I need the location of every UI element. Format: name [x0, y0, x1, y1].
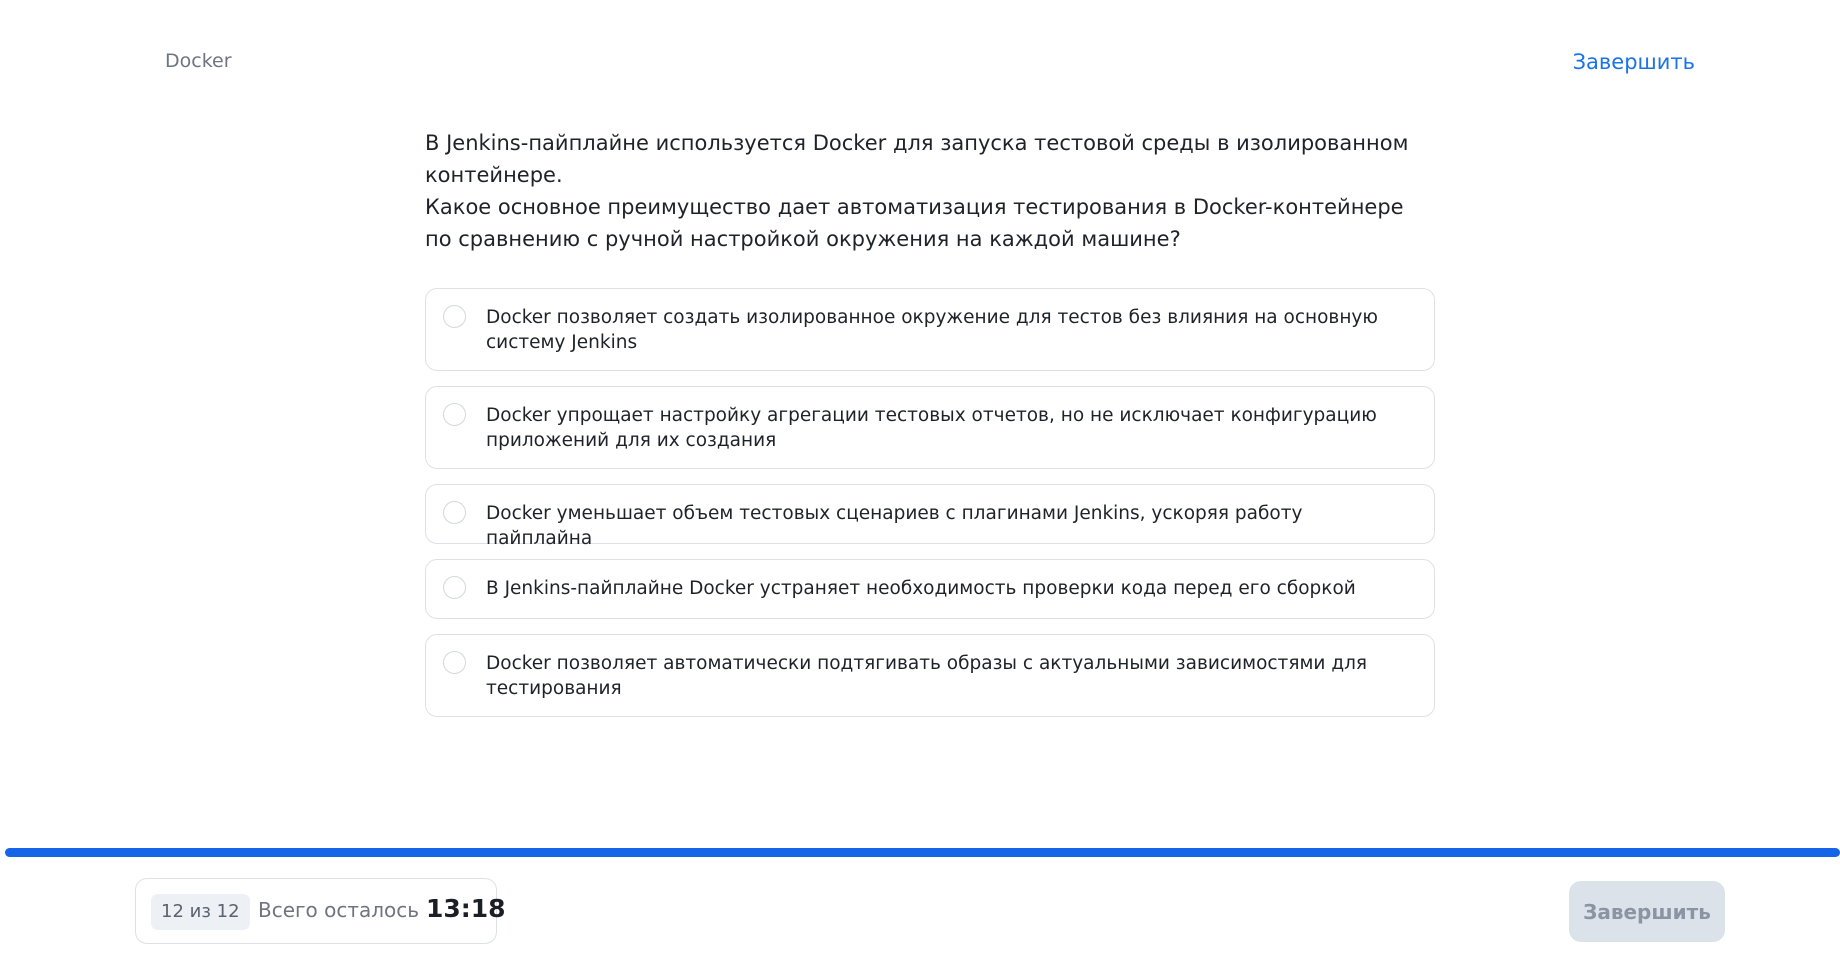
- question-context: В Jenkins-пайплайне используется Docker …: [425, 131, 1409, 187]
- radio-button[interactable]: [443, 576, 466, 599]
- question-counter-badge: 12 из 12: [151, 894, 250, 930]
- time-remaining-label: Всего осталось: [258, 898, 420, 922]
- answer-option-label: Docker упрощает настройку агрегации тест…: [486, 405, 1377, 451]
- answer-option[interactable]: Docker позволяет автоматически подтягива…: [425, 634, 1435, 717]
- progress-bar-fill: [5, 848, 1840, 857]
- answer-option[interactable]: Docker позволяет создать изолированное о…: [425, 288, 1435, 371]
- question-prompt: Какое основное преимущество дает автомат…: [425, 195, 1404, 251]
- question-text: В Jenkins-пайплайне используется Docker …: [425, 127, 1435, 255]
- radio-button[interactable]: [443, 501, 466, 524]
- countdown-timer: 13:18: [426, 894, 506, 923]
- finish-link[interactable]: Завершить: [1573, 50, 1695, 74]
- quiz-status-card: 12 из 12 Всего осталось 13:18: [135, 878, 506, 944]
- quiz-page: Docker Завершить В Jenkins-пайплайне исп…: [0, 0, 1840, 965]
- topic-title: Docker: [165, 50, 232, 72]
- answer-option-label: Docker позволяет создать изолированное о…: [486, 307, 1378, 353]
- answer-option[interactable]: Docker уменьшает объем тестовых сценарие…: [425, 484, 1435, 549]
- radio-button[interactable]: [443, 305, 466, 328]
- progress-bar: [5, 848, 1840, 857]
- radio-button[interactable]: [443, 651, 466, 674]
- radio-button[interactable]: [443, 403, 466, 426]
- answer-option[interactable]: Docker упрощает настройку агрегации тест…: [425, 386, 1435, 469]
- answer-option-label: В Jenkins-пайплайне Docker устраняет нео…: [486, 578, 1356, 599]
- answer-option-label: Docker уменьшает объем тестовых сценарие…: [486, 503, 1303, 549]
- finish-button[interactable]: Завершить: [1569, 881, 1725, 942]
- answer-option[interactable]: В Jenkins-пайплайне Docker устраняет нео…: [425, 559, 1435, 619]
- answer-option-label: Docker позволяет автоматически подтягива…: [486, 653, 1368, 699]
- answer-options: Docker позволяет создать изолированное о…: [425, 288, 1435, 732]
